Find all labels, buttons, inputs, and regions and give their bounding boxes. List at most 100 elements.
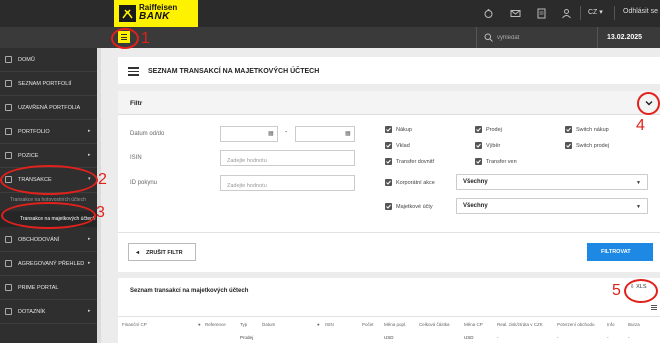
clear-filter-label: ZRUŠIT FILTR — [146, 250, 183, 256]
page-title: SEZNAM TRANSAKCÍ NA MAJETKOVÝCH ÚČTECH — [148, 68, 320, 75]
transfer-out-checkbox[interactable] — [475, 158, 482, 165]
corporate-actions-select[interactable]: Všechny ▼ — [456, 174, 648, 190]
sell-label: Prodej — [486, 127, 502, 133]
column-header[interactable]: Finanční CP — [122, 322, 147, 327]
search-icon[interactable] — [484, 33, 493, 42]
sidebar-item-aggregate[interactable]: Agregovaný přehled ▸ — [0, 252, 97, 276]
table-cell: - — [497, 335, 499, 340]
sidebar-item-label: Uzavřená portfolia — [18, 105, 81, 111]
column-header[interactable]: Měna CP — [464, 322, 483, 327]
sell-checkbox[interactable] — [475, 126, 482, 133]
column-header[interactable]: Celková částka — [419, 322, 450, 327]
select-value: Všechny — [463, 203, 488, 209]
sidebar-item-label: Obchodování — [18, 237, 60, 243]
bank-logo[interactable]: Raiffeisen BANK — [114, 0, 198, 27]
sidebar-item-trading[interactable]: Obchodování ▸ — [0, 228, 97, 252]
order-id-input[interactable] — [220, 175, 355, 191]
chevron-right-icon: ▸ — [88, 236, 91, 242]
column-header[interactable]: Real. zisk/ztráta v CZK — [497, 322, 543, 327]
sidebar-item-label: Portfolio — [18, 129, 50, 135]
list-icon — [5, 80, 12, 87]
search-box — [476, 27, 596, 48]
filter-title: Filtr — [130, 100, 143, 107]
annotation-oval — [637, 92, 660, 115]
arrow-left-icon: ◂ — [136, 250, 140, 256]
logo-mark-icon — [119, 5, 136, 22]
list-title: Seznam transakcí na majetkových účtech — [130, 288, 249, 294]
clear-filter-button[interactable]: ◂ ZRUŠIT FILTR — [128, 243, 196, 261]
chevron-right-icon: ▸ — [88, 128, 91, 134]
withdrawal-checkbox[interactable] — [475, 142, 482, 149]
switch-buy-label: Switch nákup — [576, 127, 609, 133]
column-header[interactable]: Info — [607, 322, 615, 327]
sidebar-item-label: Prime portal — [18, 285, 59, 291]
calendar-icon[interactable]: ▦ — [268, 130, 274, 137]
caret-down-icon: ▼ — [636, 204, 641, 210]
switch-buy-checkbox[interactable] — [565, 126, 572, 133]
user-icon[interactable] — [561, 8, 572, 19]
sidebar-item-prime-portal[interactable]: Prime portal — [0, 276, 97, 300]
info-icon: ● — [198, 322, 201, 327]
top-separator — [580, 6, 581, 20]
switch-sell-checkbox[interactable] — [565, 142, 572, 149]
withdrawal-label: Výběr — [486, 143, 501, 149]
annotation-oval — [0, 165, 98, 195]
annotation-oval — [111, 28, 139, 49]
column-header[interactable]: Burza — [628, 322, 640, 327]
portal-icon — [5, 284, 12, 291]
property-accounts-select[interactable]: Všechny ▼ — [456, 198, 648, 214]
apply-filter-button[interactable]: FILTROVAT — [587, 243, 653, 261]
date-separator: - — [285, 129, 288, 136]
logo-brand-line2: BANK — [139, 11, 170, 22]
order-id-label: ID pokynu — [130, 180, 158, 186]
chevron-right-icon: ▸ — [88, 152, 91, 158]
sidebar-item-survey[interactable]: Dotazník ▸ — [0, 300, 97, 324]
deposit-checkbox[interactable] — [385, 142, 392, 149]
piggy-bank-icon[interactable] — [483, 8, 494, 19]
list-icon — [128, 67, 139, 76]
sidebar-item-home[interactable]: Domů — [0, 48, 97, 72]
column-header[interactable]: Potvrzení obchodu — [557, 322, 595, 327]
logout-link[interactable]: Odhlásit se — [623, 8, 658, 15]
column-header[interactable]: ISIN — [325, 322, 334, 327]
search-input[interactable] — [497, 31, 592, 44]
table-cell: USD — [464, 335, 474, 340]
property-accounts-checkbox[interactable] — [385, 203, 392, 210]
date-label: Datum od/do — [130, 131, 165, 137]
transfer-out-label: Transfer ven — [486, 159, 517, 165]
calendar-icon[interactable]: ▦ — [345, 130, 351, 137]
sidebar-item-portfolio[interactable]: Portfolio ▸ — [0, 120, 97, 144]
column-header[interactable]: Typ — [240, 322, 247, 327]
current-date: 13.02.2025 — [597, 27, 660, 48]
buy-checkbox[interactable] — [385, 126, 392, 133]
chevron-down-icon: ▾ — [599, 9, 603, 16]
sidebar: Domů Seznam portfolií Uzavřená portfolia… — [0, 48, 97, 343]
column-menu-icon[interactable] — [651, 305, 657, 310]
sidebar-item-portfolio-list[interactable]: Seznam portfolií — [0, 72, 97, 96]
annotation-number: 1 — [141, 30, 150, 47]
isin-input[interactable] — [220, 150, 355, 166]
table-header-divider — [118, 316, 660, 317]
filter-header[interactable] — [118, 91, 660, 115]
annotation-number: 4 — [636, 117, 645, 134]
sidebar-item-label: Pozice — [18, 153, 39, 159]
logo-text: Raiffeisen BANK — [139, 3, 177, 22]
mail-icon[interactable] — [510, 8, 521, 19]
column-header[interactable]: Měna popl. — [384, 322, 406, 327]
apply-filter-label: FILTROVAT — [601, 249, 631, 255]
table-cell: - — [628, 335, 630, 340]
document-icon[interactable] — [536, 8, 547, 19]
transfer-in-checkbox[interactable] — [385, 158, 392, 165]
table-cell: - — [557, 335, 559, 340]
language-selector[interactable]: CZ ▾ — [588, 8, 603, 16]
column-header[interactable]: Datum — [262, 322, 275, 327]
select-value: Všechny — [463, 179, 488, 185]
annotation-oval — [624, 279, 658, 303]
column-header[interactable]: Počet — [362, 322, 374, 327]
sidebar-item-closed-portfolios[interactable]: Uzavřená portfolia — [0, 96, 97, 120]
column-header[interactable]: Reference — [205, 322, 226, 327]
isin-label: ISIN — [130, 155, 142, 161]
trade-icon — [5, 236, 12, 243]
sidebar-item-label: Dotazník — [18, 309, 46, 315]
corporate-actions-checkbox[interactable] — [385, 179, 392, 186]
